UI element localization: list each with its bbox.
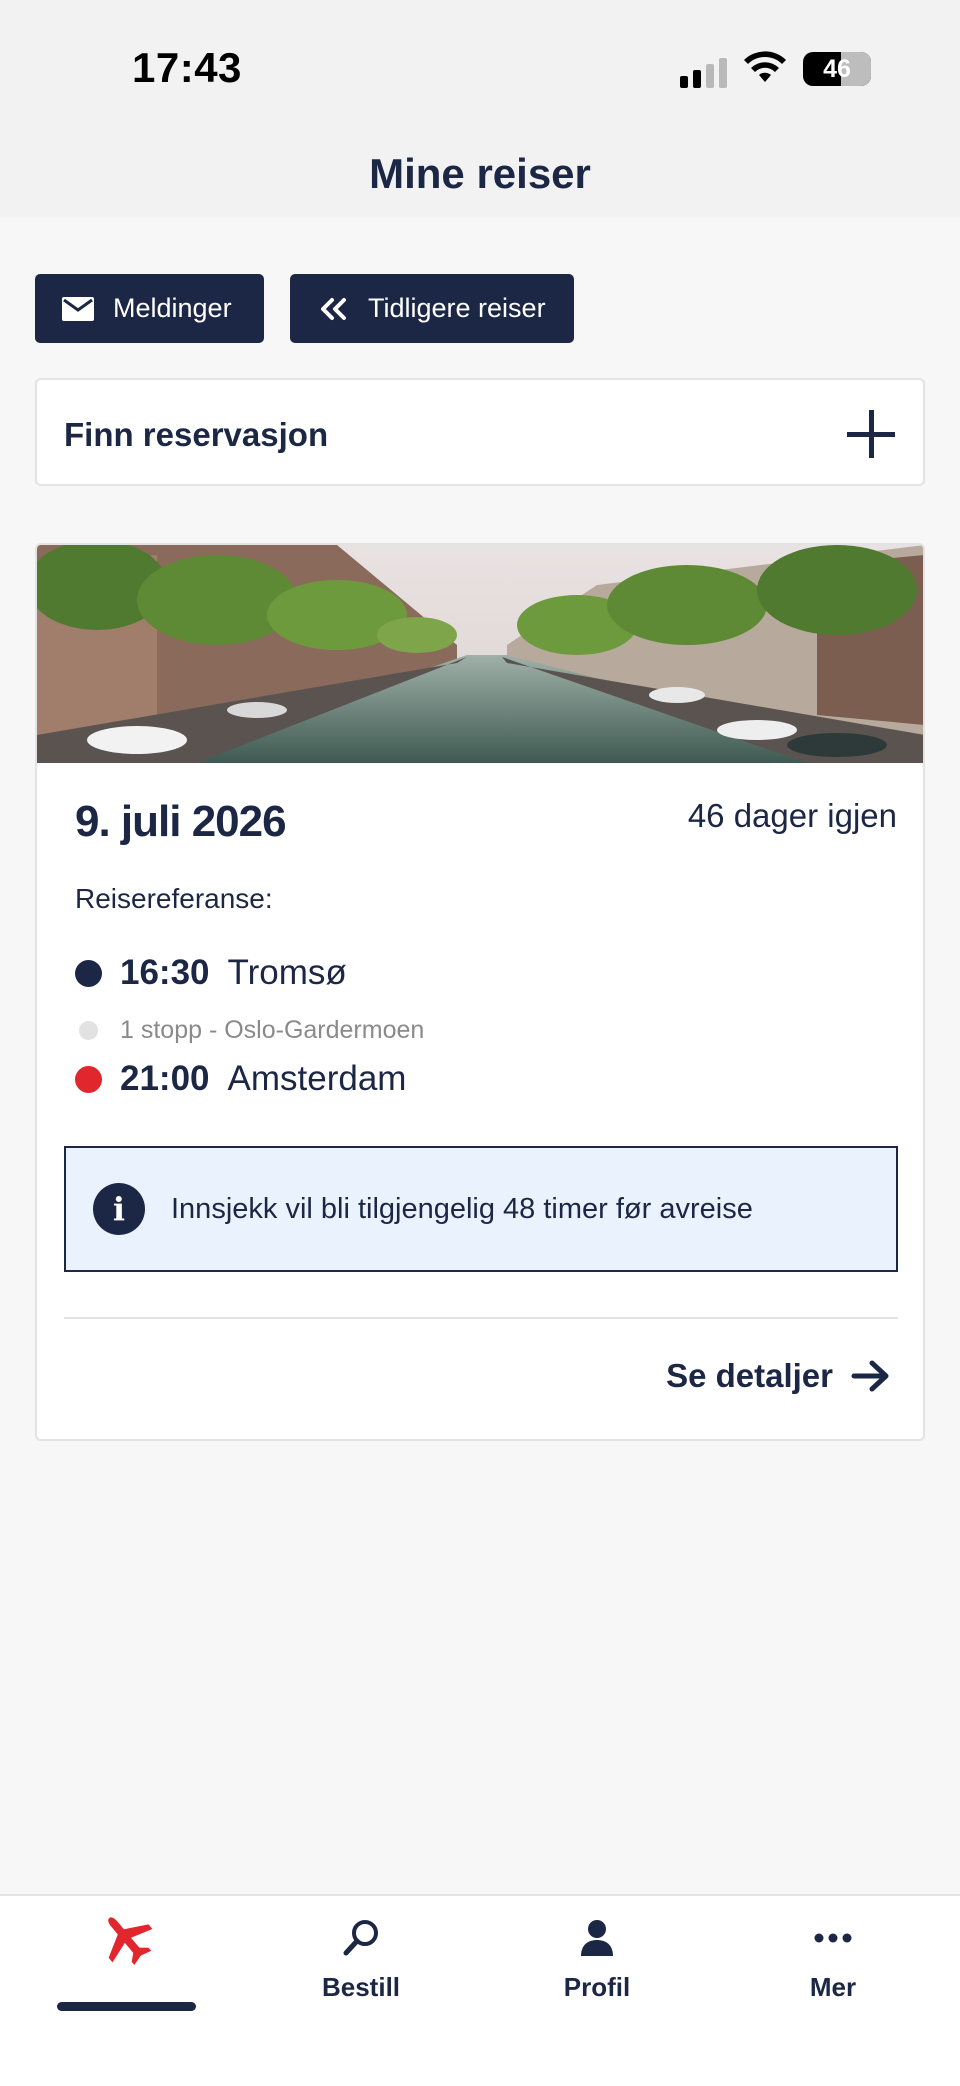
- tab-profile-label: Profil: [563, 1972, 631, 2002]
- tab-book-label: Bestill: [321, 1972, 401, 2002]
- divider: [64, 1317, 898, 1319]
- more-icon: [813, 1916, 853, 1960]
- checkin-info-text: Innsjekk vil bli tilgjengelig 48 timer f…: [171, 1192, 753, 1225]
- messages-button[interactable]: Meldinger: [35, 274, 264, 343]
- departure-dot-icon: [75, 959, 102, 987]
- active-tab-indicator: [57, 2002, 196, 2011]
- arrow-right-icon: [851, 1360, 889, 1392]
- search-icon: [341, 1916, 381, 1960]
- trip-card[interactable]: 9. juli 2026 46 dager igjen Reisereferan…: [35, 543, 925, 1441]
- arrival-city: Amsterdam: [227, 1059, 407, 1098]
- airplane-icon: [96, 1916, 156, 1965]
- cellular-signal-icon: [680, 58, 727, 88]
- departure-city: Tromsø: [227, 953, 347, 992]
- mail-icon: [61, 296, 95, 322]
- arrival-time: 21:00: [120, 1059, 210, 1098]
- screen: 17:43 46 Mine reiser Meldinger Tidligere…: [0, 0, 960, 2086]
- checkin-info-banner: i Innsjekk vil bli tilgjengelig 48 timer…: [64, 1146, 898, 1272]
- wifi-icon: [744, 51, 786, 82]
- departure-row: 16:30 Tromsø: [75, 953, 347, 993]
- tab-more[interactable]: Mer: [713, 1896, 953, 2046]
- find-reservation-row[interactable]: Finn reservasjon: [35, 378, 925, 486]
- page-title: Mine reiser: [369, 150, 591, 197]
- tab-my-trips[interactable]: [6, 1896, 246, 2046]
- trip-date: 9. juli 2026: [75, 797, 287, 846]
- plus-icon[interactable]: [847, 410, 895, 458]
- departure-time: 16:30: [120, 953, 210, 992]
- tab-book[interactable]: Bestill: [241, 1896, 481, 2046]
- travel-reference-label: Reisereferanse:: [75, 883, 273, 914]
- previous-trips-button[interactable]: Tidligere reiser: [290, 274, 574, 343]
- destination-photo: [37, 545, 923, 763]
- header: Mine reiser: [0, 110, 960, 218]
- person-icon: [577, 1916, 617, 1960]
- double-chevron-left-icon: [316, 296, 350, 322]
- status-time: 17:43: [132, 44, 242, 91]
- tab-profile[interactable]: Profil: [477, 1896, 717, 2046]
- see-details-label: Se detaljer: [666, 1357, 833, 1394]
- days-left: 46 dager igjen: [687, 797, 897, 834]
- stopover-text: 1 stopp - Oslo-Gardermoen: [120, 1016, 425, 1044]
- stopover-dot-icon: [79, 1021, 98, 1040]
- battery-icon: 46: [803, 52, 871, 86]
- status-bar: 17:43 46: [0, 0, 960, 110]
- see-details-link[interactable]: Se detaljer: [666, 1357, 891, 1395]
- tab-bar: Bestill Profil Mer: [0, 1894, 960, 2086]
- info-icon: i: [93, 1183, 145, 1235]
- messages-button-label: Meldinger: [113, 293, 232, 323]
- previous-trips-button-label: Tidligere reiser: [368, 293, 546, 323]
- arrival-row: 21:00 Amsterdam: [75, 1059, 406, 1099]
- find-reservation-label: Finn reservasjon: [64, 416, 329, 453]
- battery-level: 46: [823, 55, 851, 83]
- arrival-dot-icon: [75, 1065, 102, 1093]
- stopover-row: 1 stopp - Oslo-Gardermoen: [75, 1016, 424, 1045]
- tab-more-label: Mer: [809, 1972, 857, 2002]
